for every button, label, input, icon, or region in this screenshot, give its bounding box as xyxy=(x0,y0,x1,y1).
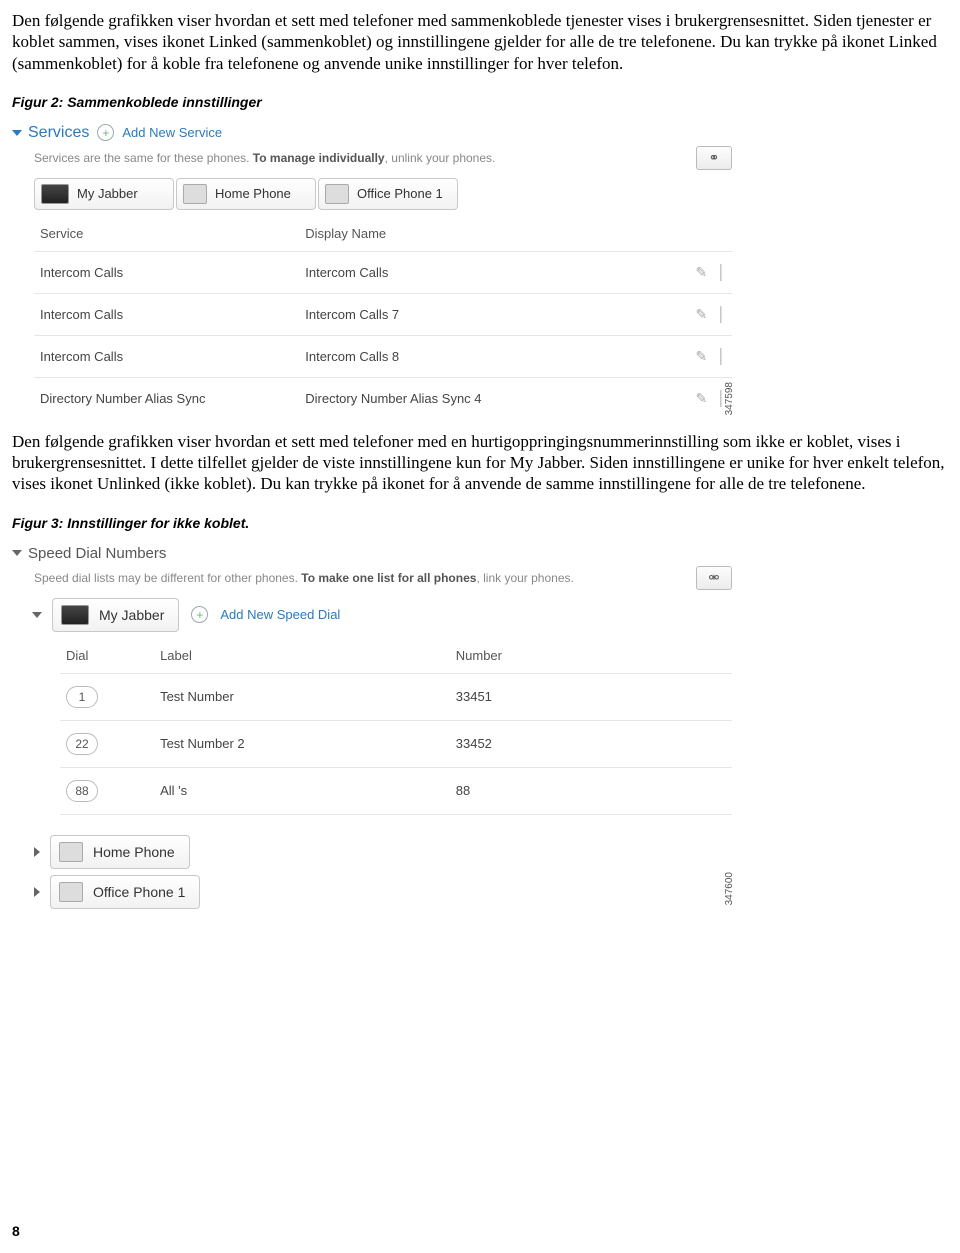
figure-id: 347598 xyxy=(724,382,735,415)
services-heading: Services xyxy=(28,124,89,142)
divider-icon: │ xyxy=(717,348,726,365)
intro-paragraph-2: Den følgende grafikken viser hvordan et … xyxy=(12,431,948,495)
table-row: Intercom CallsIntercom Calls ✎│ xyxy=(34,251,732,293)
device-home-phone[interactable]: Home Phone xyxy=(50,835,190,869)
figure-3-panel: Speed Dial Numbers Speed dial lists may … xyxy=(12,541,732,909)
table-row: Directory Number Alias SyncDirectory Num… xyxy=(34,377,732,419)
add-icon[interactable]: + xyxy=(191,606,208,623)
device-icon xyxy=(61,605,89,625)
dial-badge: 1 xyxy=(66,686,98,708)
col-dial: Dial xyxy=(60,638,154,674)
col-display-name: Display Name xyxy=(299,216,660,252)
col-service: Service xyxy=(34,216,299,252)
add-new-speed-dial-link[interactable]: Add New Speed Dial xyxy=(220,607,340,622)
edit-icon[interactable]: ✎ xyxy=(696,264,708,281)
device-icon xyxy=(41,184,69,204)
services-note: Services are the same for these phones. … xyxy=(34,146,732,170)
link-toggle-button[interactable]: ⚮ xyxy=(696,566,732,590)
phone-tab-home-phone[interactable]: Home Phone xyxy=(176,178,316,210)
table-row: 22 Test Number 233452 xyxy=(60,720,732,767)
phone-tab-office-phone-1[interactable]: Office Phone 1 xyxy=(318,178,458,210)
page-number: 8 xyxy=(12,1223,20,1239)
speed-dial-heading: Speed Dial Numbers xyxy=(28,545,166,562)
disclosure-icon[interactable] xyxy=(34,887,40,897)
add-icon[interactable]: + xyxy=(97,124,114,141)
disclosure-icon[interactable] xyxy=(12,550,22,556)
figure-id: 347600 xyxy=(724,872,735,905)
services-table: Service Display Name Intercom CallsInter… xyxy=(34,216,732,419)
device-icon xyxy=(59,882,83,902)
figure-2-panel: Services + Add New Service Services are … xyxy=(12,120,732,419)
table-row: Intercom CallsIntercom Calls 8 ✎│ xyxy=(34,335,732,377)
divider-icon: │ xyxy=(717,264,726,281)
device-office-phone-1[interactable]: Office Phone 1 xyxy=(50,875,200,909)
col-label: Label xyxy=(154,638,450,674)
unlink-icon: ⚮ xyxy=(709,570,720,586)
figure-3-caption: Figur 3: Innstillinger for ikke koblet. xyxy=(12,515,948,531)
add-new-service-link[interactable]: Add New Service xyxy=(122,125,222,140)
device-icon xyxy=(325,184,349,204)
col-number: Number xyxy=(450,638,732,674)
edit-icon[interactable]: ✎ xyxy=(696,390,708,407)
edit-icon[interactable]: ✎ xyxy=(696,348,708,365)
device-icon xyxy=(183,184,207,204)
phone-tab-my-jabber[interactable]: My Jabber xyxy=(34,178,174,210)
intro-paragraph-1: Den følgende grafikken viser hvordan et … xyxy=(12,10,948,74)
speed-dial-table: Dial Label Number 1 Test Number33451 22 … xyxy=(60,638,732,829)
speed-dial-note: Speed dial lists may be different for ot… xyxy=(34,566,732,590)
disclosure-icon[interactable] xyxy=(12,130,22,136)
divider-icon: │ xyxy=(717,306,726,323)
disclosure-icon[interactable] xyxy=(34,847,40,857)
disclosure-icon[interactable] xyxy=(32,612,42,618)
device-icon xyxy=(59,842,83,862)
edit-icon[interactable]: ✎ xyxy=(696,306,708,323)
table-row: 88 All 's88 xyxy=(60,767,732,814)
table-row: 1 Test Number33451 xyxy=(60,673,732,720)
figure-2-caption: Figur 2: Sammenkoblede innstillinger xyxy=(12,94,948,110)
device-my-jabber[interactable]: My Jabber xyxy=(52,598,179,632)
dial-badge: 88 xyxy=(66,780,98,802)
dial-badge: 22 xyxy=(66,733,98,755)
table-row: Intercom CallsIntercom Calls 7 ✎│ xyxy=(34,293,732,335)
table-row xyxy=(60,814,732,829)
link-icon: ⚭ xyxy=(709,150,720,166)
link-toggle-button[interactable]: ⚭ xyxy=(696,146,732,170)
